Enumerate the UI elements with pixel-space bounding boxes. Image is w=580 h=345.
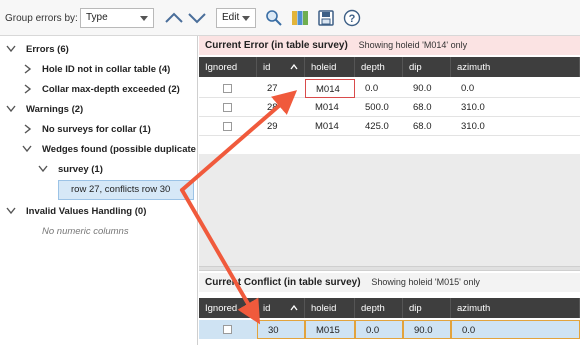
arrow-to-error-row [180, 90, 298, 192]
arrow-to-conflict-row [180, 188, 261, 325]
annotation-arrows [180, 90, 298, 325]
